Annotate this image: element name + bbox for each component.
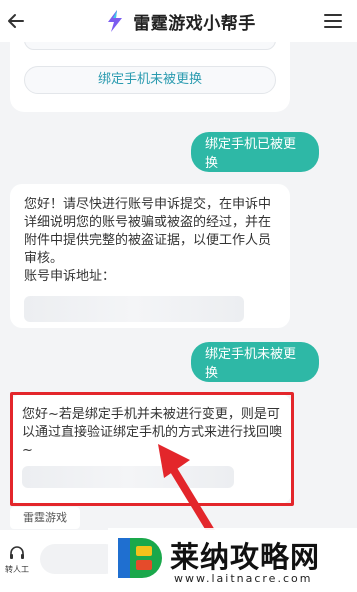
back-arrow-icon[interactable] (4, 9, 28, 33)
title-group: 雷霆游戏小帮手 (101, 7, 256, 35)
appeal-address-label: 账号申诉地址： (24, 269, 116, 284)
watermark-title: 莱纳攻略网 (170, 540, 321, 574)
headset-icon (10, 546, 24, 559)
chat-area[interactable]: 绑定手机已被更换 绑定手机未被更换 绑定手机已被更换 您好！请尽快进行账号申诉提… (0, 42, 357, 542)
bot-message-bubble: 您好！请尽快进行账号申诉提交，在申诉中详细说明您的账号被骗或被盗的经过，并在附件… (10, 184, 290, 328)
user-message-bubble: 绑定手机已被更换 (191, 132, 319, 172)
option-button-changed[interactable]: 绑定手机已被更换 (24, 42, 276, 50)
option-card: 绑定手机已被更换 绑定手机未被更换 (10, 42, 290, 112)
bot-message-text: 您好！请尽快进行账号申诉提交，在申诉中详细说明您的账号被骗或被盗的经过，并在附件… (24, 197, 272, 266)
more-menu-icon[interactable] (321, 10, 345, 32)
option-button-not-changed[interactable]: 绑定手机未被更换 (24, 66, 276, 94)
red-arrow-icon (158, 444, 223, 542)
page-title: 雷霆游戏小帮手 (133, 13, 256, 34)
watermark-logo-icon (118, 538, 162, 578)
header-bar: 雷霆游戏小帮手 (0, 0, 357, 42)
sender-name-label: 雷霆游戏 (10, 507, 80, 529)
appeal-link-blurred[interactable] (24, 296, 244, 322)
app-logo-icon (102, 8, 129, 34)
transfer-human-button[interactable]: 转人工 (2, 544, 32, 580)
watermark: 莱纳攻略网 www.laitnacre.com (108, 528, 357, 592)
transfer-human-label: 转人工 (5, 565, 29, 574)
watermark-url: www.laitnacre.com (174, 572, 313, 585)
user-message-bubble: 绑定手机未被更换 (191, 342, 319, 382)
